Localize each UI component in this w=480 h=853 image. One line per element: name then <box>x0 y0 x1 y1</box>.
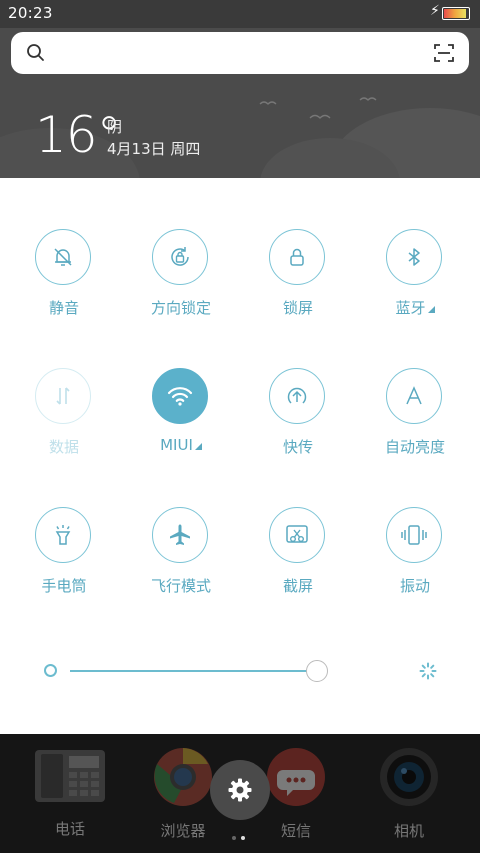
toggle-rotation-lock[interactable]: 方向锁定 <box>123 229 239 339</box>
brightness-min-icon <box>44 664 57 677</box>
app-camera-label: 相机 <box>393 822 424 840</box>
toggle-lock-screen[interactable]: 锁屏 <box>240 229 356 339</box>
page-dot <box>232 836 236 840</box>
toggle-screenshot[interactable]: 截屏 <box>240 507 356 617</box>
page-indicator <box>232 825 252 840</box>
toggle-rotation-lock-label: 方向锁定 <box>150 299 211 317</box>
toggle-airplane-label: 飞行模式 <box>150 577 211 595</box>
data-arrows-icon[interactable] <box>35 368 91 424</box>
flashlight-icon[interactable] <box>35 507 91 563</box>
toggle-screenshot-label: 截屏 <box>282 577 313 595</box>
battery-icon <box>442 7 470 20</box>
quick-transfer-icon[interactable] <box>269 368 325 424</box>
airplane-icon[interactable] <box>152 507 208 563</box>
silent-bell-icon[interactable] <box>35 229 91 285</box>
auto-brightness-icon[interactable] <box>386 368 442 424</box>
toggle-silent-label: 静音 <box>48 299 79 317</box>
toggle-wifi-label: MIUI <box>123 436 239 454</box>
toggle-vibrate[interactable]: 振动 <box>357 507 473 617</box>
screenshot-icon[interactable] <box>269 507 325 563</box>
app-browser-label: 浏览器 <box>160 822 206 840</box>
app-camera[interactable]: 相机 <box>359 734 459 841</box>
quick-settings-panel: 静音 方向锁定 锁屏 蓝牙 数据 MIUI 快传 自动亮度 手电筒 飞行模式 截… <box>0 178 480 734</box>
toggle-quick-transfer-label: 快传 <box>282 438 313 456</box>
phone-icon <box>20 746 120 810</box>
birds-decoration <box>259 97 377 119</box>
charging-icon: ⚡ <box>430 3 440 19</box>
brightness-slider-track[interactable] <box>70 670 318 672</box>
toggle-wifi[interactable]: MIUI <box>123 368 239 478</box>
toggle-bluetooth-label: 蓝牙 <box>357 297 473 318</box>
bluetooth-icon[interactable] <box>386 229 442 285</box>
page-dot-active <box>241 836 245 840</box>
search-bar[interactable] <box>11 32 469 74</box>
toggle-data[interactable]: 数据 <box>6 368 122 478</box>
app-messages-label: 短信 <box>280 822 311 840</box>
settings-button[interactable] <box>210 760 270 820</box>
auto-brightness-sun-icon[interactable] <box>419 662 437 684</box>
toggle-auto-brightness-label: 自动亮度 <box>384 438 445 456</box>
expand-triangle-icon <box>194 443 202 450</box>
toggle-vibrate-label: 振动 <box>399 577 430 595</box>
weather-condition: 阴 <box>107 118 123 136</box>
toggle-flashlight-label: 手电筒 <box>41 577 87 595</box>
toggle-airplane[interactable]: 飞行模式 <box>123 507 239 617</box>
toggle-quick-transfer[interactable]: 快传 <box>240 368 356 478</box>
weather-header: 16° 阴 4月13日 周四 <box>0 28 480 178</box>
toggle-data-label: 数据 <box>48 438 79 456</box>
camera-icon <box>359 746 459 812</box>
gear-icon <box>228 778 252 802</box>
toggle-silent[interactable]: 静音 <box>6 229 122 339</box>
vibrate-icon[interactable] <box>386 507 442 563</box>
brightness-slider-handle[interactable] <box>306 660 328 682</box>
expand-triangle-icon <box>427 306 435 313</box>
toggle-bluetooth[interactable]: 蓝牙 <box>357 229 473 339</box>
rotation-lock-icon[interactable] <box>152 229 208 285</box>
toggle-flashlight[interactable]: 手电筒 <box>6 507 122 617</box>
home-dock: 电话 浏览器 短信 相机 <box>0 734 480 853</box>
search-icon[interactable] <box>25 42 47 68</box>
date-text: 4月13日 周四 <box>107 140 201 158</box>
scan-icon[interactable] <box>433 42 455 68</box>
lock-icon[interactable] <box>269 229 325 285</box>
toggle-lock-screen-label: 锁屏 <box>282 299 313 317</box>
wifi-icon[interactable] <box>152 368 208 424</box>
toggle-auto-brightness[interactable]: 自动亮度 <box>357 368 473 478</box>
status-bar: 20:23 ⚡ <box>0 0 480 28</box>
status-time: 20:23 <box>8 4 53 22</box>
app-phone-label: 电话 <box>54 820 85 838</box>
app-phone[interactable]: 电话 <box>20 734 120 839</box>
